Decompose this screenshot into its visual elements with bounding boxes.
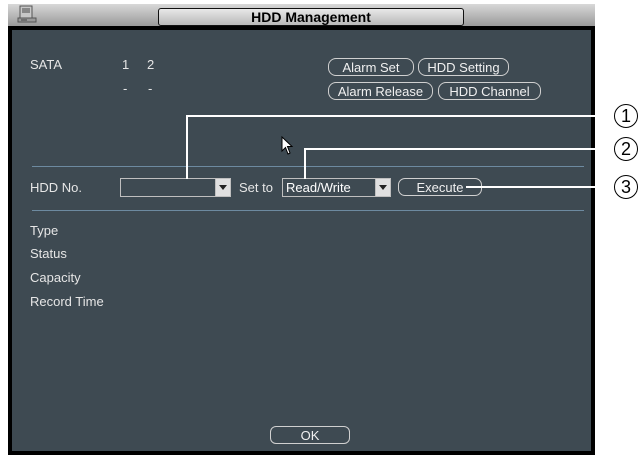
callout-1-marker: 1 [614,104,638,128]
hdd-channel-button[interactable]: HDD Channel [438,82,541,100]
sata-port-2: 2 [147,57,155,72]
separator-top [32,166,584,167]
window-title: HDD Management [158,8,464,26]
callout-3-marker: 3 [614,175,638,199]
record-time-label: Record Time [30,294,104,309]
capacity-label: Capacity [30,270,81,285]
sata-label: SATA [30,57,63,72]
ok-button[interactable]: OK [270,426,350,444]
chevron-down-icon[interactable] [375,179,390,196]
callout-2-marker: 2 [614,137,638,161]
hdd-management-window: HDD Management SATA 1 2 - - Alarm Set HD… [8,4,595,455]
set-to-dropdown[interactable]: Read/Write [282,178,391,197]
set-to-label: Set to [239,180,273,195]
callout-2-line [304,148,619,150]
sata-port-1: 1 [122,57,130,72]
hdd-no-dropdown[interactable] [120,178,231,197]
chevron-down-icon[interactable] [215,179,230,196]
hdd-setting-button[interactable]: HDD Setting [418,58,509,76]
callout-3-line [466,186,619,188]
sata-state-1: - [123,81,128,96]
status-label: Status [30,246,67,261]
hdd-icon [17,5,37,23]
mouse-cursor-icon [281,136,294,155]
callout-1-line [186,115,619,117]
callout-2-drop [304,148,306,179]
callout-1-drop [186,115,188,179]
title-bar: HDD Management [8,4,595,26]
alarm-release-button[interactable]: Alarm Release [328,82,433,100]
hdd-no-label: HDD No. [30,180,83,195]
separator-bottom [32,210,584,211]
set-to-value: Read/Write [286,180,351,195]
sata-state-2: - [148,81,153,96]
type-label: Type [30,223,59,238]
main-panel: SATA 1 2 - - Alarm Set HDD Setting Alarm… [12,30,591,451]
alarm-set-button[interactable]: Alarm Set [328,58,414,76]
